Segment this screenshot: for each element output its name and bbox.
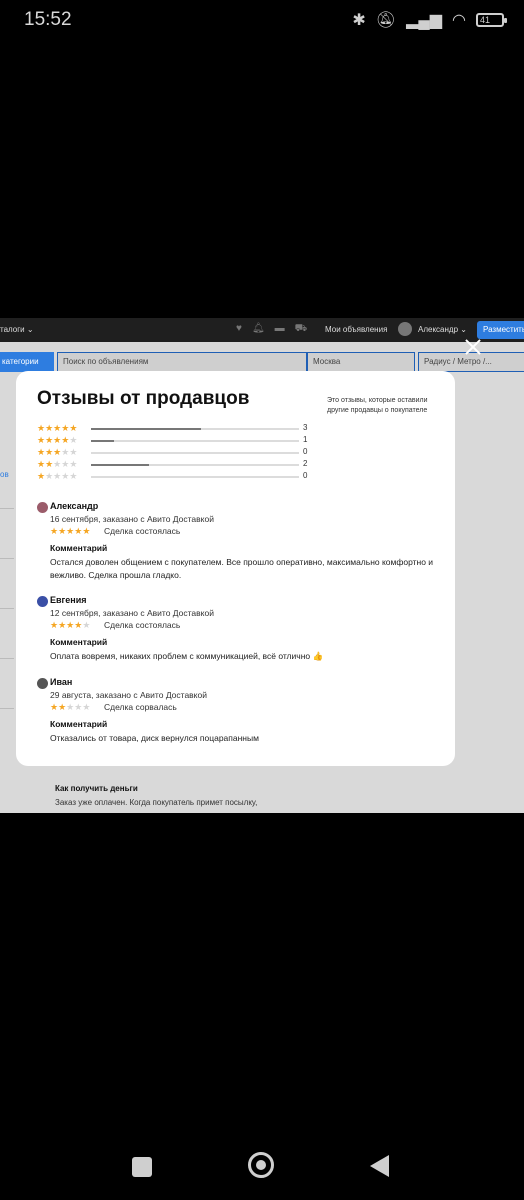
deal-status: Сделка состоялась: [104, 620, 181, 630]
notifications-icon[interactable]: 🔔︎: [252, 323, 265, 336]
sidebar-link[interactable]: ов: [0, 470, 9, 479]
rating-bar-fill: [91, 464, 150, 466]
how-to-get-money-heading: Как получить деньги: [55, 784, 138, 793]
rating-row-1: ★★★★★ 0: [37, 471, 327, 483]
rating-row-5: ★★★★★ 3: [37, 423, 327, 435]
rating-stars: ★★★★★: [37, 423, 78, 433]
rating-bar: [91, 464, 299, 466]
paid-text: Заказ уже оплачен. Когда покупатель прим…: [55, 798, 258, 807]
signal-icon: ▂▄▆: [406, 12, 443, 29]
review-date: 29 августа, заказано с Авито Доставкой: [50, 690, 207, 700]
review-stars: ★★★★★: [50, 526, 91, 536]
comment-text: Отказались от товара, диск вернулся поца…: [50, 733, 259, 743]
catalogs-menu[interactable]: талоги ⌄: [0, 325, 34, 334]
rating-bar-fill: [91, 428, 202, 430]
system-nav-bar: [0, 1120, 524, 1200]
reviewer-avatar[interactable]: [37, 678, 48, 689]
rating-bar: [91, 440, 299, 442]
favorites-icon[interactable]: ♥: [236, 323, 242, 336]
reviewer-name[interactable]: Иван: [50, 677, 72, 687]
user-avatar[interactable]: [398, 322, 412, 336]
review-date: 16 сентября, заказано с Авито Доставкой: [50, 514, 214, 524]
recent-apps-button[interactable]: [132, 1157, 152, 1177]
rating-bar: [91, 476, 299, 478]
rating-row-4: ★★★★★ 1: [37, 435, 327, 447]
reviewer-avatar[interactable]: [37, 502, 48, 513]
battery-icon: 41: [476, 13, 507, 27]
rating-count: 3: [303, 423, 308, 432]
rating-row-3: ★★★★★ 0: [37, 447, 327, 459]
comment-text: Остался доволен общением с покупателем. …: [50, 557, 434, 580]
rating-count: 1: [303, 435, 308, 444]
rating-stars: ★★★★★: [37, 471, 78, 481]
review-date: 12 сентября, заказано с Авито Доставкой: [50, 608, 214, 618]
reviewer-avatar[interactable]: [37, 596, 48, 607]
review-stars: ★★★★★: [50, 620, 91, 630]
rating-row-2: ★★★★★ 2: [37, 459, 327, 471]
rating-stars: ★★★★★: [37, 459, 78, 469]
wifi-icon: ◠: [452, 12, 466, 29]
messages-icon[interactable]: ▬: [275, 323, 285, 336]
seller-reviews-modal: Отзывы от продавцов ★★★★★ 3 ★★★★★ 1 ★★★★★ 0 ★★…: [16, 371, 455, 766]
comment-label: Комментарий: [50, 719, 108, 729]
all-categories-button[interactable]: категории: [0, 352, 54, 372]
user-menu[interactable]: Александр ⌄: [418, 325, 467, 334]
cart-icon[interactable]: ⛟: [295, 323, 308, 336]
review-stars: ★★★★★: [50, 702, 91, 712]
comment-label: Комментарий: [50, 637, 108, 647]
rating-stars: ★★★★★: [37, 447, 78, 457]
reviewer-name[interactable]: Александр: [50, 501, 98, 511]
home-button[interactable]: [248, 1152, 274, 1178]
status-bar: 15:52 ✱ 🔕︎ ▂▄▆ ◠ 41: [0, 0, 524, 40]
deal-status: Сделка сорвалась: [104, 702, 177, 712]
reviews-note: Это отзывы, которые оставили другие прод…: [327, 397, 428, 414]
modal-title: Отзывы от продавцов: [37, 388, 250, 409]
search-input[interactable]: Поиск по объявлениям: [57, 352, 307, 372]
rating-bar-fill: [91, 440, 114, 442]
rating-count: 0: [303, 447, 308, 456]
back-button[interactable]: [370, 1155, 389, 1177]
my-ads-link[interactable]: Мои объявления: [325, 325, 387, 334]
header-icons: ♥ 🔔︎ ▬ ⛟: [236, 323, 307, 336]
rating-count: 0: [303, 471, 308, 480]
site-header: талоги ⌄ ♥ 🔔︎ ▬ ⛟ Мои объявления Алексан…: [0, 318, 524, 342]
reviewer-name[interactable]: Евгения: [50, 595, 87, 605]
status-icons: ✱ 🔕︎ ▂▄▆ ◠ 41: [352, 10, 507, 30]
rating-stars: ★★★★★: [37, 435, 78, 445]
rating-bar: [91, 428, 299, 430]
rating-bar: [91, 452, 299, 454]
status-time: 15:52: [24, 9, 72, 30]
comment-text: Оплата вовремя, никаких проблем с коммун…: [50, 651, 324, 661]
close-icon[interactable]: [462, 337, 484, 359]
deal-status: Сделка состоялась: [104, 526, 181, 536]
post-ad-button[interactable]: Разместить: [477, 321, 524, 339]
rating-count: 2: [303, 459, 308, 468]
mute-icon: 🔕︎: [375, 12, 397, 29]
city-select[interactable]: Москва: [307, 352, 415, 372]
comment-label: Комментарий: [50, 543, 108, 553]
bluetooth-icon: ✱: [352, 12, 366, 29]
